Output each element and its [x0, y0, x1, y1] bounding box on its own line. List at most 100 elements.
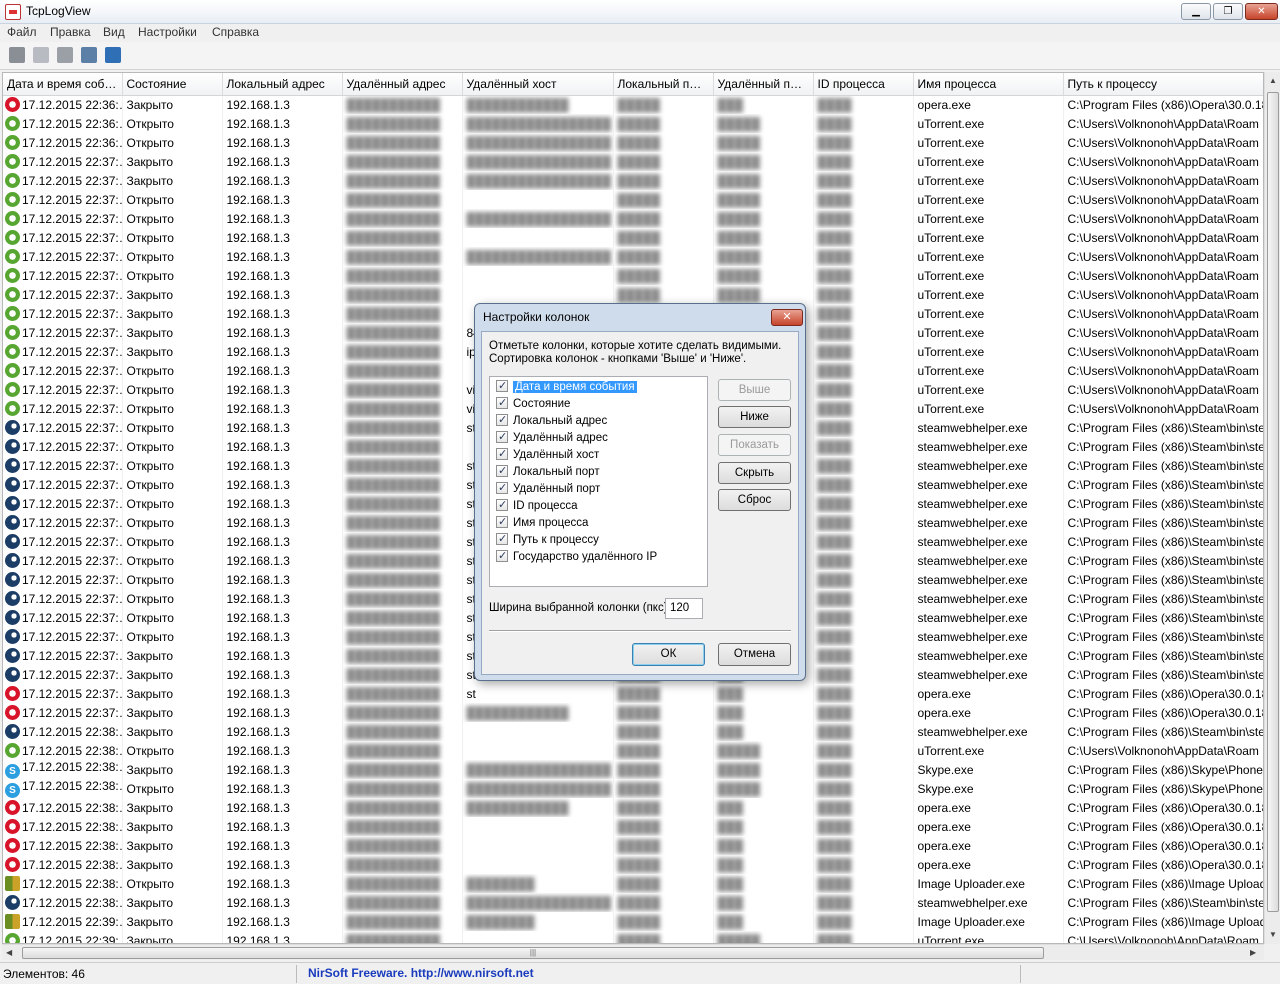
hide-button[interactable]: Скрыть: [718, 462, 791, 484]
column-list-item[interactable]: Удалённый порт: [496, 480, 600, 497]
table-row[interactable]: 17.12.2015 22:38:… Закрыто 192.168.1.3 ████…: [3, 817, 1263, 836]
column-checkbox[interactable]: [496, 412, 508, 428]
column-list-item[interactable]: Локальный порт: [496, 463, 600, 480]
nirsoft-link[interactable]: NirSoft Freeware. http://www.nirsoft.net: [308, 966, 534, 980]
table-row[interactable]: 17.12.2015 22:38:… Закрыто 192.168.1.3 ████…: [3, 855, 1263, 874]
column-checkbox[interactable]: [496, 548, 508, 564]
column-header[interactable]: Локальный адрес: [222, 73, 343, 96]
exit-icon[interactable]: [105, 47, 121, 63]
dialog-close-button[interactable]: ✕: [771, 309, 803, 326]
table-row[interactable]: 17.12.2015 22:38:… Закрыто 192.168.1.3 ████…: [3, 836, 1263, 855]
scroll-down-icon[interactable]: ▼: [1269, 930, 1277, 939]
cell-path: C:\Program Files (x86)\Image Upload: [1063, 874, 1263, 893]
minimize-button[interactable]: ▁: [1181, 3, 1211, 20]
table-row[interactable]: 17.12.2015 22:37:… Открыто 192.168.1.3 ████…: [3, 228, 1263, 247]
menu-settings[interactable]: Настройки: [138, 25, 197, 39]
table-row[interactable]: 17.12.2015 22:36:… Открыто 192.168.1.3 ████…: [3, 114, 1263, 133]
column-header[interactable]: Локальный п…: [613, 73, 714, 96]
menu-file[interactable]: Файл: [7, 25, 37, 39]
column-width-input[interactable]: 120: [665, 598, 703, 619]
table-row[interactable]: 17.12.2015 22:38:… Открыто 192.168.1.3 ████…: [3, 741, 1263, 760]
table-row[interactable]: 17.12.2015 22:38:… Закрыто 192.168.1.3 ████…: [3, 798, 1263, 817]
table-row[interactable]: 17.12.2015 22:37:… Закрыто 192.168.1.3 ████…: [3, 703, 1263, 722]
cell-rport: ███: [713, 798, 814, 817]
column-checkbox[interactable]: [496, 531, 508, 547]
table-row[interactable]: 17.12.2015 22:37:… Открыто 192.168.1.3 ████…: [3, 247, 1263, 266]
table-row[interactable]: 17.12.2015 22:37:… Закрыто 192.168.1.3 ████…: [3, 171, 1263, 190]
column-checkbox[interactable]: [496, 429, 508, 445]
cell-path: C:\Program Files (x86)\Steam\bin\ste: [1063, 665, 1263, 684]
horizontal-scrollbar[interactable]: ◀ ||| ▶: [2, 944, 1264, 960]
cell-text: 17.12.2015 22:37:…: [22, 516, 122, 530]
column-checkbox[interactable]: [496, 514, 508, 530]
show-button[interactable]: Показать: [718, 434, 791, 456]
table-row[interactable]: 17.12.2015 22:36:… Закрыто 192.168.1.3 ████…: [3, 95, 1263, 114]
column-header[interactable]: Состояние: [122, 73, 223, 96]
vertical-scroll-thumb[interactable]: [1267, 92, 1279, 912]
menu-help[interactable]: Справка: [212, 25, 259, 39]
table-row[interactable]: 17.12.2015 22:37:… Закрыто 192.168.1.3 ████…: [3, 152, 1263, 171]
vertical-scrollbar[interactable]: ▲ ▼: [1264, 72, 1280, 944]
cell-remote: ███████████: [342, 361, 463, 380]
scroll-right-icon[interactable]: ▶: [1250, 948, 1256, 957]
table-row[interactable]: 17.12.2015 22:38:… Открыто 192.168.1.3 ████…: [3, 874, 1263, 893]
column-checkbox[interactable]: [496, 480, 508, 496]
column-list-item[interactable]: Имя процесса: [496, 514, 588, 531]
cell-pid: ████: [813, 532, 914, 551]
cell-text: 17.12.2015 22:36:…: [22, 117, 122, 131]
reset-button[interactable]: Сброс: [718, 489, 791, 511]
table-row[interactable]: 17.12.2015 22:37:… Закрыто 192.168.1.3 ████…: [3, 684, 1263, 703]
cancel-button[interactable]: Отмена: [718, 643, 791, 666]
close-button[interactable]: ✕: [1245, 3, 1278, 20]
table-row[interactable]: 17.12.2015 22:37:… Открыто 192.168.1.3 ████…: [3, 266, 1263, 285]
column-checkbox[interactable]: [496, 463, 508, 479]
horizontal-scroll-thumb[interactable]: |||: [22, 947, 1044, 959]
column-list-item[interactable]: Государство удалённого IP: [496, 548, 657, 565]
column-list-item[interactable]: Удалённый адрес: [496, 429, 608, 446]
table-row[interactable]: S 17.12.2015 22:38:… Открыто 192.168.1.3 ███…: [3, 779, 1263, 798]
table-row[interactable]: 17.12.2015 22:37:… Открыто 192.168.1.3 ████…: [3, 209, 1263, 228]
maximize-button[interactable]: ❐: [1213, 3, 1243, 20]
column-header[interactable]: Путь к процессу: [1063, 73, 1263, 96]
table-row[interactable]: 17.12.2015 22:39:… Закрыто 192.168.1.3 ████…: [3, 912, 1263, 931]
column-list-item[interactable]: ID процесса: [496, 497, 577, 514]
move-up-button[interactable]: Выше: [718, 379, 791, 401]
table-row[interactable]: S 17.12.2015 22:38:… Закрыто 192.168.1.3 ███…: [3, 760, 1263, 779]
save-icon[interactable]: [9, 47, 25, 63]
column-header[interactable]: Имя процесса: [913, 73, 1064, 96]
column-header[interactable]: ID процесса: [813, 73, 914, 96]
column-checkbox[interactable]: [496, 446, 508, 462]
scroll-up-icon[interactable]: ▲: [1269, 76, 1277, 85]
copy-icon[interactable]: [33, 47, 49, 63]
column-checkbox[interactable]: [496, 497, 508, 513]
cell-text: 17.12.2015 22:37:…: [22, 630, 122, 644]
table-row[interactable]: 17.12.2015 22:39:… Закрыто 192.168.1.3 ████…: [3, 931, 1263, 943]
cell-name: uTorrent.exe: [913, 228, 1064, 247]
table-row[interactable]: 17.12.2015 22:38:… Закрыто 192.168.1.3 ████…: [3, 893, 1263, 912]
find-icon[interactable]: [81, 47, 97, 63]
utorrent-icon: [5, 192, 20, 207]
table-row[interactable]: 17.12.2015 22:36:… Открыто 192.168.1.3 ████…: [3, 133, 1263, 152]
column-list-item[interactable]: Удалённый хост: [496, 446, 599, 463]
column-list-item[interactable]: Состояние: [496, 395, 570, 412]
properties-icon[interactable]: [57, 47, 73, 63]
column-checkbox[interactable]: [496, 378, 508, 394]
column-header[interactable]: Дата и время соб…: [3, 73, 123, 96]
move-down-button[interactable]: Ниже: [718, 406, 791, 428]
menu-edit[interactable]: Правка: [50, 25, 91, 39]
menu-view[interactable]: Вид: [103, 25, 125, 39]
columns-listbox[interactable]: Дата и время события Состояние Локальный а…: [489, 376, 708, 587]
table-row[interactable]: 17.12.2015 22:38:… Закрыто 192.168.1.3 ████…: [3, 722, 1263, 741]
column-header[interactable]: Удалённый хост: [462, 73, 614, 96]
column-header[interactable]: Удалённый по…: [713, 73, 814, 96]
table-row[interactable]: 17.12.2015 22:37:… Открыто 192.168.1.3 ████…: [3, 190, 1263, 209]
column-checkbox[interactable]: [496, 395, 508, 411]
column-list-item[interactable]: Дата и время события: [496, 378, 637, 395]
column-list-item[interactable]: Локальный адрес: [496, 412, 607, 429]
cell-local: 192.168.1.3: [222, 836, 343, 855]
ok-button[interactable]: ОК: [632, 643, 705, 666]
table-row[interactable]: 17.12.2015 22:37:… Закрыто 192.168.1.3 ████…: [3, 285, 1263, 304]
column-list-item[interactable]: Путь к процессу: [496, 531, 599, 548]
scroll-left-icon[interactable]: ◀: [6, 948, 12, 957]
column-header[interactable]: Удалённый адрес: [342, 73, 463, 96]
